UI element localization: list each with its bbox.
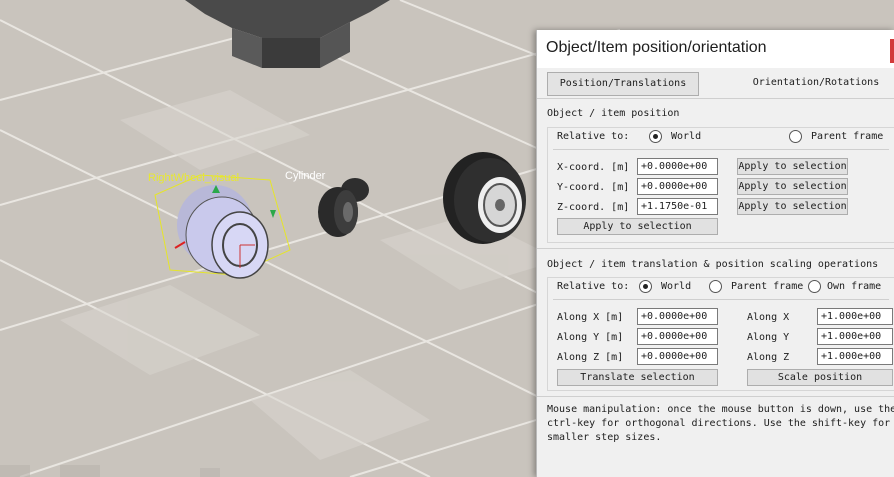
radio-translation-world-label: World — [661, 281, 692, 292]
z-coord-input[interactable]: +1.1750e-01 — [637, 198, 718, 215]
radio-parent-frame-label: Parent frame — [811, 131, 884, 142]
along-z-label: Along Z [m] — [557, 352, 624, 363]
along-y-input[interactable]: +0.0000e+00 — [637, 328, 718, 345]
radio-world[interactable] — [649, 130, 662, 143]
radio-translation-world[interactable] — [639, 280, 652, 293]
translation-relative-label: Relative to: — [557, 281, 630, 292]
x-coord-label: X-coord. [m] — [557, 162, 630, 173]
along-x-label: Along X [m] — [557, 312, 624, 323]
tab-orientation-rotations[interactable]: Orientation/Rotations — [747, 72, 885, 94]
scale-y-label: Along Y — [747, 332, 790, 343]
close-accent — [890, 39, 894, 63]
radio-translation-parent-frame-label: Parent frame — [731, 281, 804, 292]
y-coord-input[interactable]: +0.0000e+00 — [637, 178, 718, 195]
along-y-label: Along Y [m] — [557, 332, 624, 343]
scale-position-button[interactable]: Scale position — [747, 369, 893, 386]
apply-y-button[interactable]: Apply to selection — [737, 178, 848, 195]
translation-divider — [553, 299, 889, 300]
translate-selection-button[interactable]: Translate selection — [557, 369, 718, 386]
scale-x-label: Along X — [747, 312, 790, 323]
object-label: RightWheel_visual — [148, 172, 240, 184]
position-divider — [553, 149, 889, 150]
scale-z-label: Along Z — [747, 352, 790, 363]
dialog-titlebar[interactable]: Object/Item position/orientation — [537, 30, 894, 68]
tab-position-translations[interactable]: Position/Translations — [547, 72, 699, 96]
tab-divider — [537, 98, 894, 99]
along-x-input[interactable]: +0.0000e+00 — [637, 308, 718, 325]
scale-x-input[interactable]: +1.000e+00 — [817, 308, 893, 325]
radio-translation-own-frame[interactable] — [808, 280, 821, 293]
radio-translation-parent-frame[interactable] — [709, 280, 722, 293]
position-orientation-dialog: Object/Item position/orientation Positio… — [536, 30, 894, 477]
along-z-input[interactable]: +0.0000e+00 — [637, 348, 718, 365]
translation-heading: Object / item translation & position sca… — [547, 259, 879, 270]
section-divider — [537, 248, 894, 249]
scale-y-input[interactable]: +1.000e+00 — [817, 328, 893, 345]
y-coord-label: Y-coord. [m] — [557, 182, 630, 193]
apply-all-button[interactable]: Apply to selection — [557, 218, 718, 235]
z-coord-label: Z-coord. [m] — [557, 202, 630, 213]
cylinder-label: Cylinder — [285, 170, 326, 182]
position-heading: Object / item position — [547, 108, 680, 119]
relative-to-label: Relative to: — [557, 131, 630, 142]
footer-divider — [537, 396, 894, 397]
radio-translation-own-frame-label: Own frame — [827, 281, 882, 292]
radio-world-label: World — [671, 131, 702, 142]
radio-parent-frame[interactable] — [789, 130, 802, 143]
scale-z-input[interactable]: +1.000e+00 — [817, 348, 893, 365]
mouse-manipulation-hint: Mouse manipulation: once the mouse butto… — [547, 404, 894, 443]
apply-x-button[interactable]: Apply to selection — [737, 158, 848, 175]
dialog-title: Object/Item position/orientation — [546, 39, 767, 56]
x-coord-input[interactable]: +0.0000e+00 — [637, 158, 718, 175]
apply-z-button[interactable]: Apply to selection — [737, 198, 848, 215]
